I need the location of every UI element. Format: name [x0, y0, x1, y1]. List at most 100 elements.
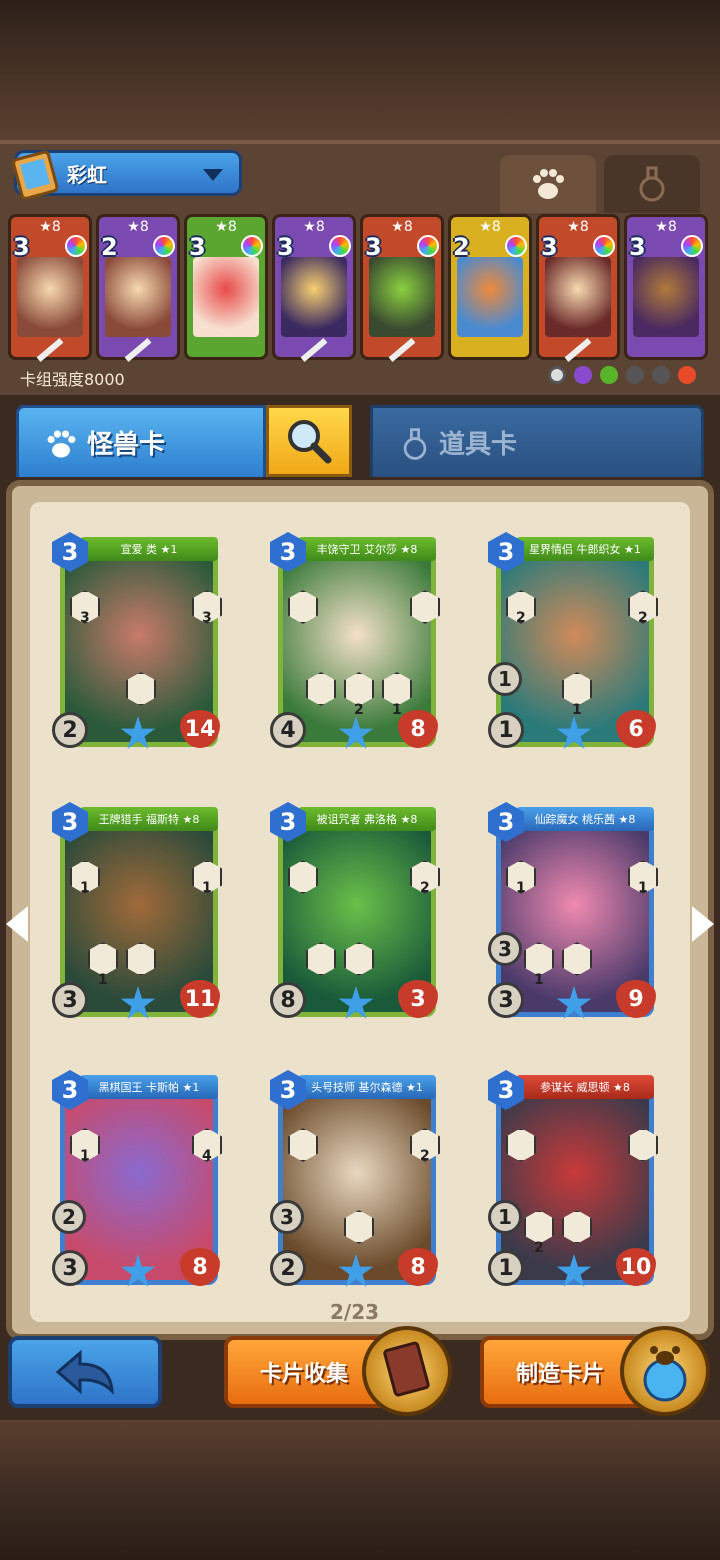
monster-card[interactable]: 参谋长 威思顿 ★8 3 1 2 1 10 [486, 1070, 658, 1292]
monster-card[interactable]: 丰饶守卫 艾尔莎 ★8 3 2 1 4 8 [268, 532, 440, 754]
skill-value: 2 [420, 1148, 430, 1164]
deck-card[interactable]: ★8 3 [272, 214, 356, 362]
card-title: 头号技师 基尔森德 ★1 [298, 1075, 436, 1099]
sword-icon [300, 338, 328, 362]
tab-potion-filter[interactable] [604, 155, 700, 213]
beast-icon[interactable] [652, 366, 670, 384]
skill-value: 1 [80, 880, 90, 896]
card-title: 参谋长 威思顿 ★8 [516, 1075, 654, 1099]
tab-monster-cards[interactable]: 怪兽卡 [16, 405, 266, 477]
card-attack: 1 [488, 712, 524, 748]
skill-value: 1 [392, 702, 402, 718]
tab-item-cards[interactable]: 道具卡 [370, 405, 704, 477]
skill-value: 2 [638, 610, 648, 626]
skill-value: 2 [354, 702, 364, 718]
top-frame [0, 0, 720, 140]
deck-card[interactable]: ★8 2 [96, 214, 180, 362]
deck-card[interactable]: ★8 3 [536, 214, 620, 362]
card-attack: 1 [488, 1250, 524, 1286]
card-extra-stat: 3 [488, 932, 522, 966]
paw-icon [47, 430, 76, 458]
sword-icon [564, 338, 592, 362]
card-attack: 4 [270, 712, 306, 748]
card-extra-stat: 1 [488, 1200, 522, 1234]
element-filter-bar [548, 366, 696, 384]
monster-card[interactable]: 被诅咒者 弗洛格 ★8 3 2 8 3 [268, 802, 440, 1024]
deck-card[interactable]: ★8 3 [184, 214, 268, 360]
monster-card[interactable]: 王牌猎手 福斯特 ★8 3 1 1 1 3 11 [50, 802, 222, 1024]
skill-value: 3 [202, 610, 212, 626]
skill-value: 4 [202, 1148, 212, 1164]
card-extra-stat: 3 [270, 1200, 304, 1234]
tab-item-label: 道具卡 [439, 430, 518, 460]
card-collection-panel: 宣爱 类 ★1 3 3 3 2 14 丰饶守卫 艾尔莎 ★8 3 2 1 4 8… [6, 480, 714, 1340]
rainbow-icon [505, 235, 527, 257]
skill-value: 1 [534, 972, 544, 988]
tab-monster-filter[interactable] [500, 155, 596, 213]
monster-card[interactable]: 头号技师 基尔森德 ★1 3 2 3 2 8 [268, 1070, 440, 1292]
deck-card-row: ★8 3 ★8 2 ★8 3 ★8 3 ★8 3 ★8 2 ★8 3 ★8 3 [8, 214, 712, 364]
card-art [193, 257, 259, 337]
skill-value: 3 [80, 610, 90, 626]
deck-card[interactable]: ★8 3 [360, 214, 444, 362]
sword-icon [124, 338, 152, 362]
deck-select-dropdown[interactable]: 彩虹 [12, 150, 242, 199]
neutral-icon[interactable] [548, 366, 566, 384]
card-art [457, 257, 523, 337]
search-icon [288, 420, 332, 464]
card-book-icon[interactable] [362, 1326, 452, 1416]
arrow-left-icon[interactable] [6, 906, 28, 942]
card-attack: 3 [52, 1250, 88, 1286]
monster-card[interactable]: 宣爱 类 ★1 3 3 3 2 14 [50, 532, 222, 754]
card-title: 星界情侣 牛郎织女 ★1 [516, 537, 654, 561]
card-art [633, 257, 699, 337]
skill-value: 2 [516, 610, 526, 626]
chevron-down-icon [203, 169, 223, 181]
skill-value: 1 [80, 1148, 90, 1164]
card-art [369, 257, 435, 337]
monster-card[interactable]: 黑棋国王 卡斯帕 ★1 3 1 4 2 3 8 [50, 1070, 222, 1292]
card-art [17, 257, 83, 337]
deck-card[interactable]: ★8 2 [448, 214, 532, 360]
tab-monster-label: 怪兽卡 [87, 430, 166, 460]
card-title: 被诅咒者 弗洛格 ★8 [298, 807, 436, 831]
card-attack: 3 [52, 982, 88, 1018]
card-title: 仙踪魔女 桃乐茜 ★8 [516, 807, 654, 831]
shadow-icon[interactable] [626, 366, 644, 384]
card-grid: 宣爱 类 ★1 3 3 3 2 14 丰饶守卫 艾尔莎 ★8 3 2 1 4 8… [30, 502, 690, 1322]
skill-value: 1 [202, 880, 212, 896]
skill-value: 1 [572, 702, 582, 718]
arcane-icon[interactable] [574, 366, 592, 384]
nature-icon[interactable] [600, 366, 618, 384]
monster-card[interactable]: 仙踪魔女 桃乐茜 ★8 3 1 1 3 1 3 9 [486, 802, 658, 1024]
card-extra-stat: 1 [488, 662, 522, 696]
back-button[interactable] [8, 1336, 162, 1408]
book-icon [12, 150, 59, 199]
card-attack: 3 [488, 982, 524, 1018]
monster-card[interactable]: 星界情侣 牛郎织女 ★1 3 2 2 1 1 1 6 [486, 532, 658, 754]
skill-value: 2 [420, 880, 430, 896]
card-art [105, 257, 171, 337]
rainbow-icon [681, 235, 703, 257]
card-attack: 2 [270, 1250, 306, 1286]
craft-card-label: 制造卡片 [516, 1362, 605, 1387]
sword-icon [36, 338, 64, 362]
card-title: 王牌猎手 福斯特 ★8 [80, 807, 218, 831]
paw-potion-icon[interactable] [620, 1326, 710, 1416]
search-button[interactable] [266, 405, 352, 477]
skill-value: 1 [516, 880, 526, 896]
card-collection-label: 卡片收集 [260, 1362, 349, 1387]
deck-card[interactable]: ★8 3 [8, 214, 92, 362]
fire-icon[interactable] [678, 366, 696, 384]
skill-value: 1 [638, 880, 648, 896]
rainbow-icon [593, 235, 615, 257]
card-attack: 2 [52, 712, 88, 748]
deck-card[interactable]: ★8 3 [624, 214, 708, 360]
deck-strength: 卡组强度8000 [20, 370, 125, 389]
potion-icon [639, 166, 665, 202]
rainbow-icon [241, 235, 263, 257]
rainbow-icon [329, 235, 351, 257]
page-indicator: 2/23 [330, 1300, 380, 1324]
arrow-right-icon[interactable] [692, 906, 714, 942]
deck-name: 彩虹 [67, 162, 107, 187]
